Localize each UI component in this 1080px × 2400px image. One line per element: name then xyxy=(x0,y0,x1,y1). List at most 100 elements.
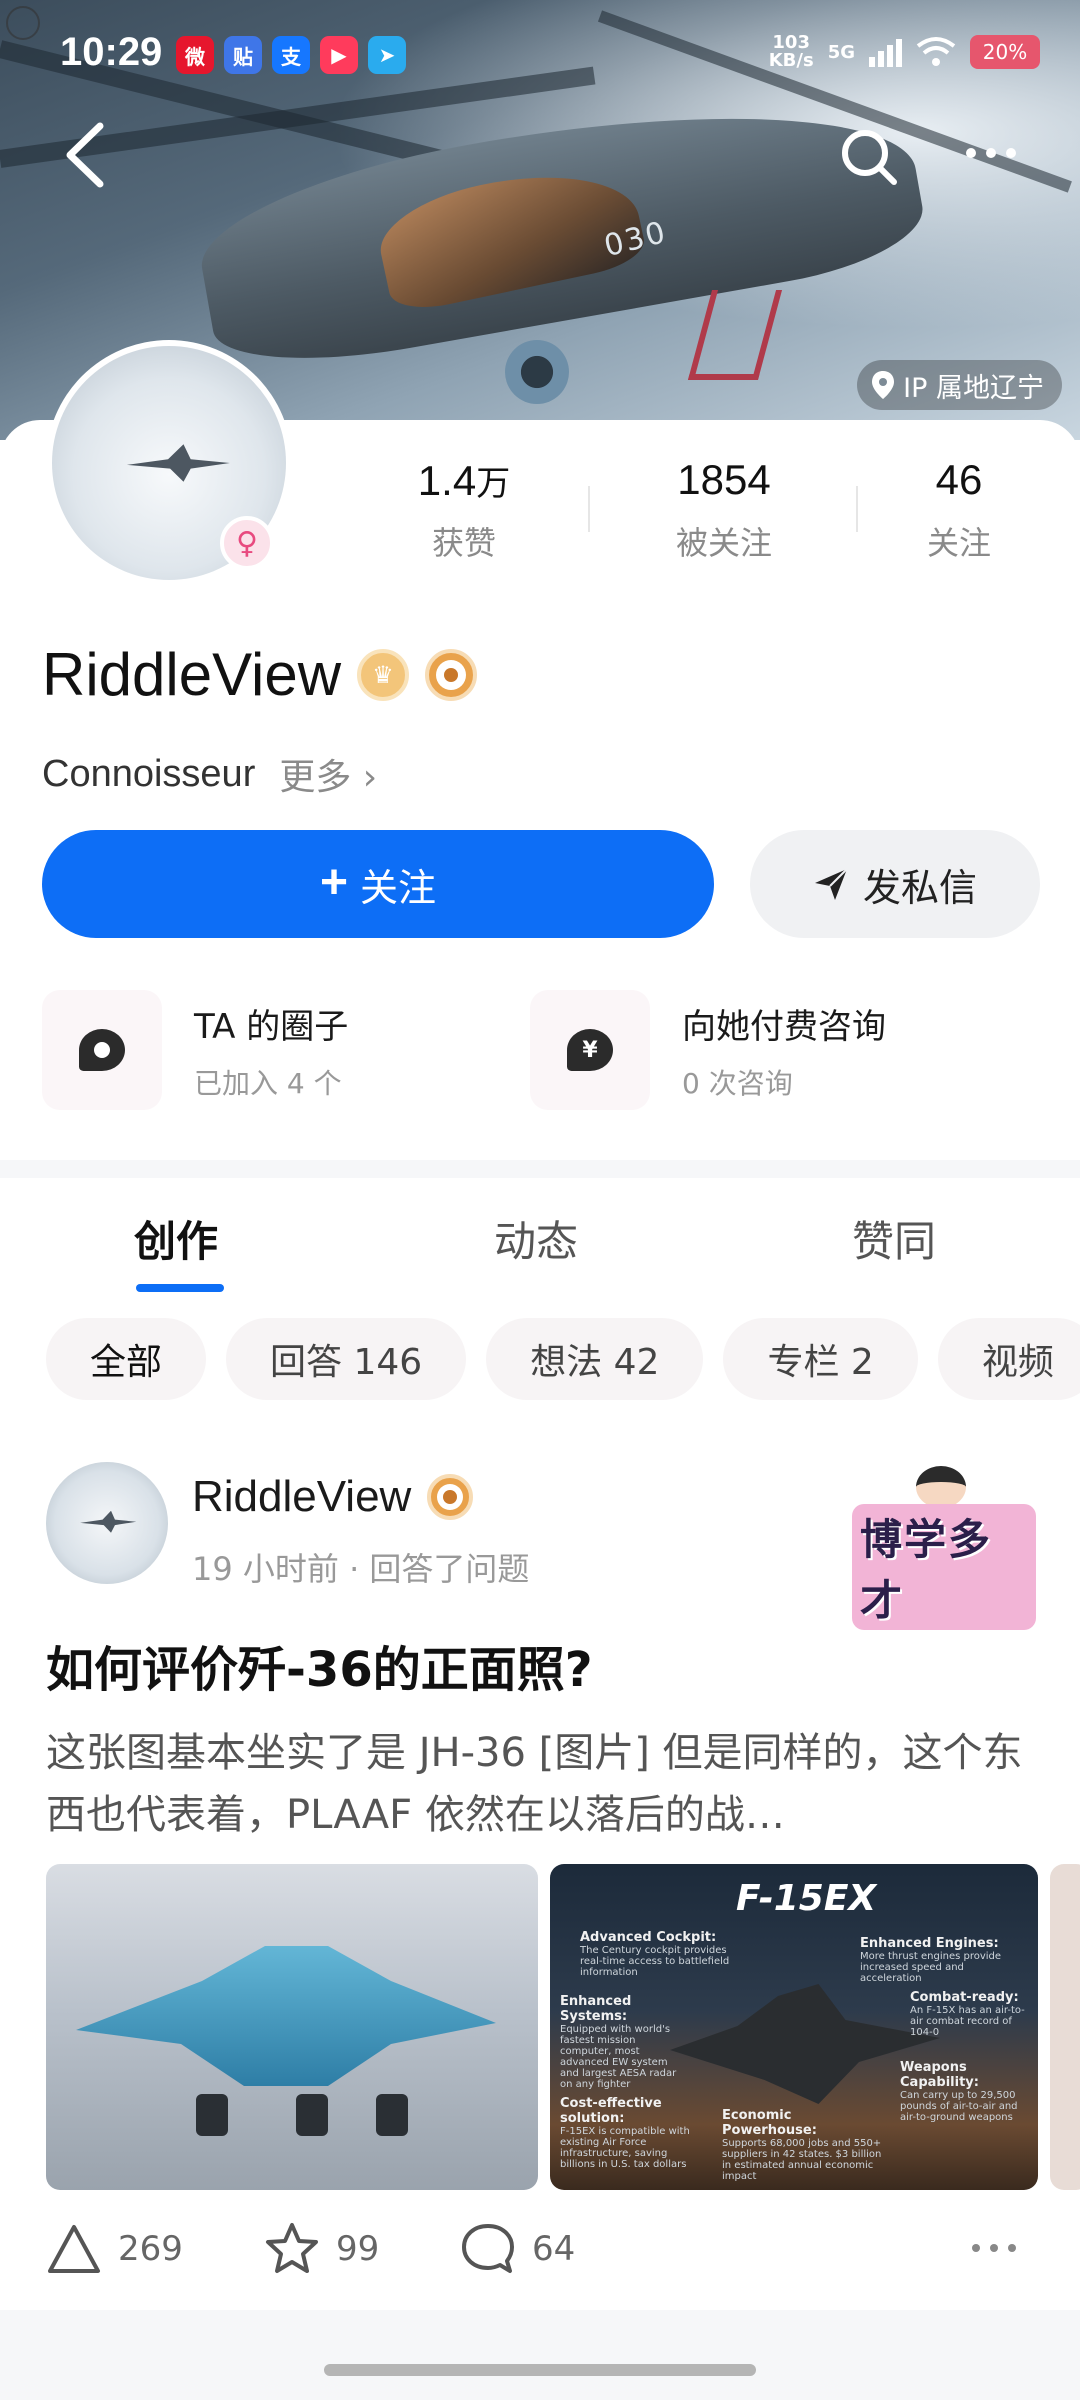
status-bar: 10:29 微 贴 支 ▶ ➤ 103 KB/s 5G 20% xyxy=(0,0,1080,110)
wifi-icon xyxy=(916,37,956,66)
home-indicator[interactable] xyxy=(324,2364,756,2376)
filter-videos[interactable]: 视频 xyxy=(937,1318,1080,1400)
comment-icon xyxy=(462,2224,514,2273)
stat-likes-unit: 万 xyxy=(476,465,511,503)
more-options-icon[interactable] xyxy=(966,148,1026,168)
section-gap xyxy=(0,1160,1080,1178)
filter-answers[interactable]: 回答 146 xyxy=(226,1318,467,1400)
infographic-label: Enhanced Engines: More thrust engines pro… xyxy=(860,1936,1002,1984)
net-speed: 103 KB/s xyxy=(769,34,814,70)
stat-followers-label: 被关注 xyxy=(675,524,772,562)
circles-title: TA 的圈子 xyxy=(194,1006,349,1047)
status-time: 10:29 xyxy=(60,30,163,74)
tab-creation[interactable]: 创作 xyxy=(134,1208,218,1269)
stat-followers-value: 1854 xyxy=(677,456,771,503)
landing-gear xyxy=(296,2094,328,2136)
infographic-label: Advanced Cockpit: The Century cockpit pro… xyxy=(580,1930,730,1978)
telegram-icon: ➤ xyxy=(368,36,406,74)
sticker-face xyxy=(916,1466,966,1508)
paid-consult-entry[interactable]: ¥ 向她付费咨询 0 次咨询 xyxy=(530,988,886,1112)
post-actions: 269 99 64 xyxy=(46,2214,1034,2284)
circles-subtitle: 已加入 4 个 xyxy=(194,1066,342,1100)
stat-following[interactable]: 46 关注 xyxy=(894,456,1024,564)
content-tabs: 创作 动态 赞同 xyxy=(0,1178,1080,1288)
battery-level: 20% xyxy=(982,40,1028,64)
post-meta: 19 小时前 · 回答了问题 xyxy=(192,1550,530,1588)
profile-bio-row: Connoisseur 更多 › xyxy=(42,748,377,800)
post-image-f15ex[interactable]: F-15EX Advanced Cockpit: The Century cock… xyxy=(550,1864,1038,2190)
favorite-count: 99 xyxy=(336,2229,380,2269)
video-icon: ▶ xyxy=(320,36,358,74)
circles-icon xyxy=(42,990,162,1110)
sticker-text: 博学多才 xyxy=(852,1504,1036,1630)
eye-badge-icon xyxy=(427,1474,474,1520)
search-icon[interactable] xyxy=(838,126,900,188)
post-author-row: RiddleView xyxy=(192,1472,474,1522)
net-speed-unit: KB/s xyxy=(768,50,814,71)
landing-gear xyxy=(376,2094,408,2136)
post-more-icon[interactable] xyxy=(972,2244,1016,2252)
upvote-action[interactable]: 269 xyxy=(46,2214,183,2284)
infographic-label: Combat-ready: An F-15X has an air-to-air … xyxy=(910,1990,1025,2038)
infographic-label: Weapons Capability: Can carry up to 29,50… xyxy=(900,2060,1018,2123)
send-message-label: 发私信 xyxy=(862,867,977,910)
profile-name-row: RiddleView ♛ xyxy=(42,640,478,709)
filter-thoughts[interactable]: 想法 42 xyxy=(486,1318,704,1400)
stat-likes-value: 1.4 xyxy=(417,457,477,504)
eye-badge-icon[interactable] xyxy=(425,648,478,701)
tab-activity[interactable]: 动态 xyxy=(494,1208,578,1269)
post-excerpt[interactable]: 这张图基本坐实了是 JH-36 [图片] 但是同样的，这个东西也代表着，PLAA… xyxy=(46,1722,1030,1846)
post-title[interactable]: 如何评价歼-36的正面照? xyxy=(46,1630,593,1700)
back-arrow-icon[interactable] xyxy=(60,120,112,190)
stat-divider xyxy=(856,486,858,532)
infographic-label: Cost-effective solution: F-15EX is compat… xyxy=(560,2096,690,2170)
post-image-bomber[interactable] xyxy=(46,1864,538,2190)
tieba-icon: 贴 xyxy=(224,36,262,74)
alipay-icon: 支 xyxy=(272,36,310,74)
filter-columns[interactable]: 专栏 2 xyxy=(723,1318,918,1400)
camera-dot xyxy=(6,6,40,40)
stat-following-value: 46 xyxy=(935,456,983,503)
tab-upvoted[interactable]: 赞同 xyxy=(852,1208,936,1269)
stat-likes[interactable]: 1.4万 获赞 xyxy=(374,456,554,564)
battery-icon: 20% xyxy=(970,35,1040,69)
female-gender-icon: ♀ xyxy=(220,516,274,570)
bio-more-link[interactable]: 更多 › xyxy=(279,748,377,800)
follow-button[interactable]: + 关注 xyxy=(42,830,714,938)
send-icon xyxy=(814,868,848,900)
crown-badge-icon[interactable]: ♛ xyxy=(357,648,410,701)
profile-stats: 1.4万 获赞 1854 被关注 46 关注 xyxy=(374,456,1074,576)
filter-all[interactable]: 全部 xyxy=(46,1318,207,1400)
erudite-sticker: 博学多才 xyxy=(852,1466,1036,1630)
comment-action[interactable]: 64 xyxy=(460,2214,575,2284)
jet-pylon xyxy=(687,290,783,380)
post-author-avatar[interactable] xyxy=(46,1462,168,1584)
consult-subtitle: 0 次咨询 xyxy=(682,1066,793,1100)
stat-divider xyxy=(588,486,590,532)
upvote-icon xyxy=(48,2225,100,2273)
post-author-name[interactable]: RiddleView xyxy=(192,1472,411,1522)
follow-button-label: 关注 xyxy=(360,867,437,910)
bottom-strip xyxy=(0,2310,1080,2400)
location-pin-icon xyxy=(872,371,895,399)
landing-gear xyxy=(196,2094,228,2136)
status-right: 103 KB/s 5G 20% xyxy=(769,34,1040,70)
stat-followers[interactable]: 1854 被关注 xyxy=(624,456,824,564)
circles-entry[interactable]: TA 的圈子 已加入 4 个 xyxy=(42,988,348,1112)
network-type: 5G xyxy=(827,41,855,63)
star-icon xyxy=(266,2223,318,2273)
plus-icon: + xyxy=(319,855,348,909)
yuan-icon: ¥ xyxy=(567,1029,613,1071)
profile-name: RiddleView xyxy=(42,641,342,708)
profile-bio: Connoisseur xyxy=(42,752,256,795)
bomber-shape xyxy=(76,1946,496,2086)
favorite-action[interactable]: 99 xyxy=(264,2214,379,2284)
weibo-icon: 微 xyxy=(176,36,214,74)
active-tab-indicator xyxy=(136,1284,224,1292)
post-image-partial[interactable] xyxy=(1050,1864,1080,2190)
filter-chips: 全部 回答 146 想法 42 专栏 2 视频 xyxy=(46,1318,1080,1400)
stat-likes-label: 获赞 xyxy=(431,524,496,562)
stat-following-label: 关注 xyxy=(926,524,991,562)
ip-location-text: IP 属地辽宁 xyxy=(903,372,1044,404)
send-message-button[interactable]: 发私信 xyxy=(750,830,1040,938)
